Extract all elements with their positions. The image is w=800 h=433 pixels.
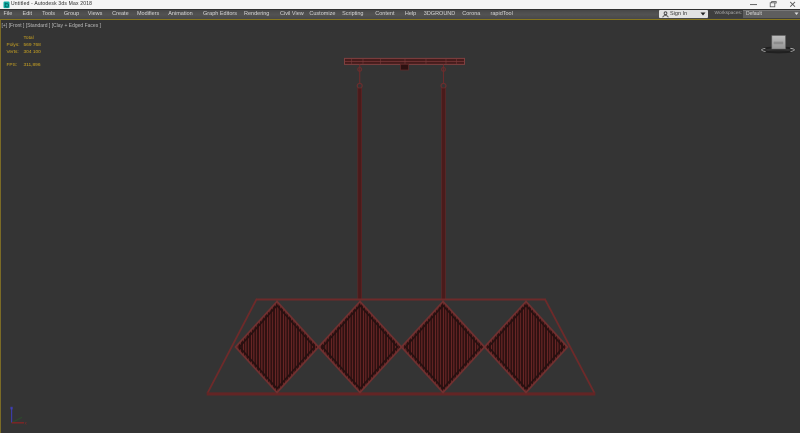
svg-text:x: x (25, 421, 28, 426)
